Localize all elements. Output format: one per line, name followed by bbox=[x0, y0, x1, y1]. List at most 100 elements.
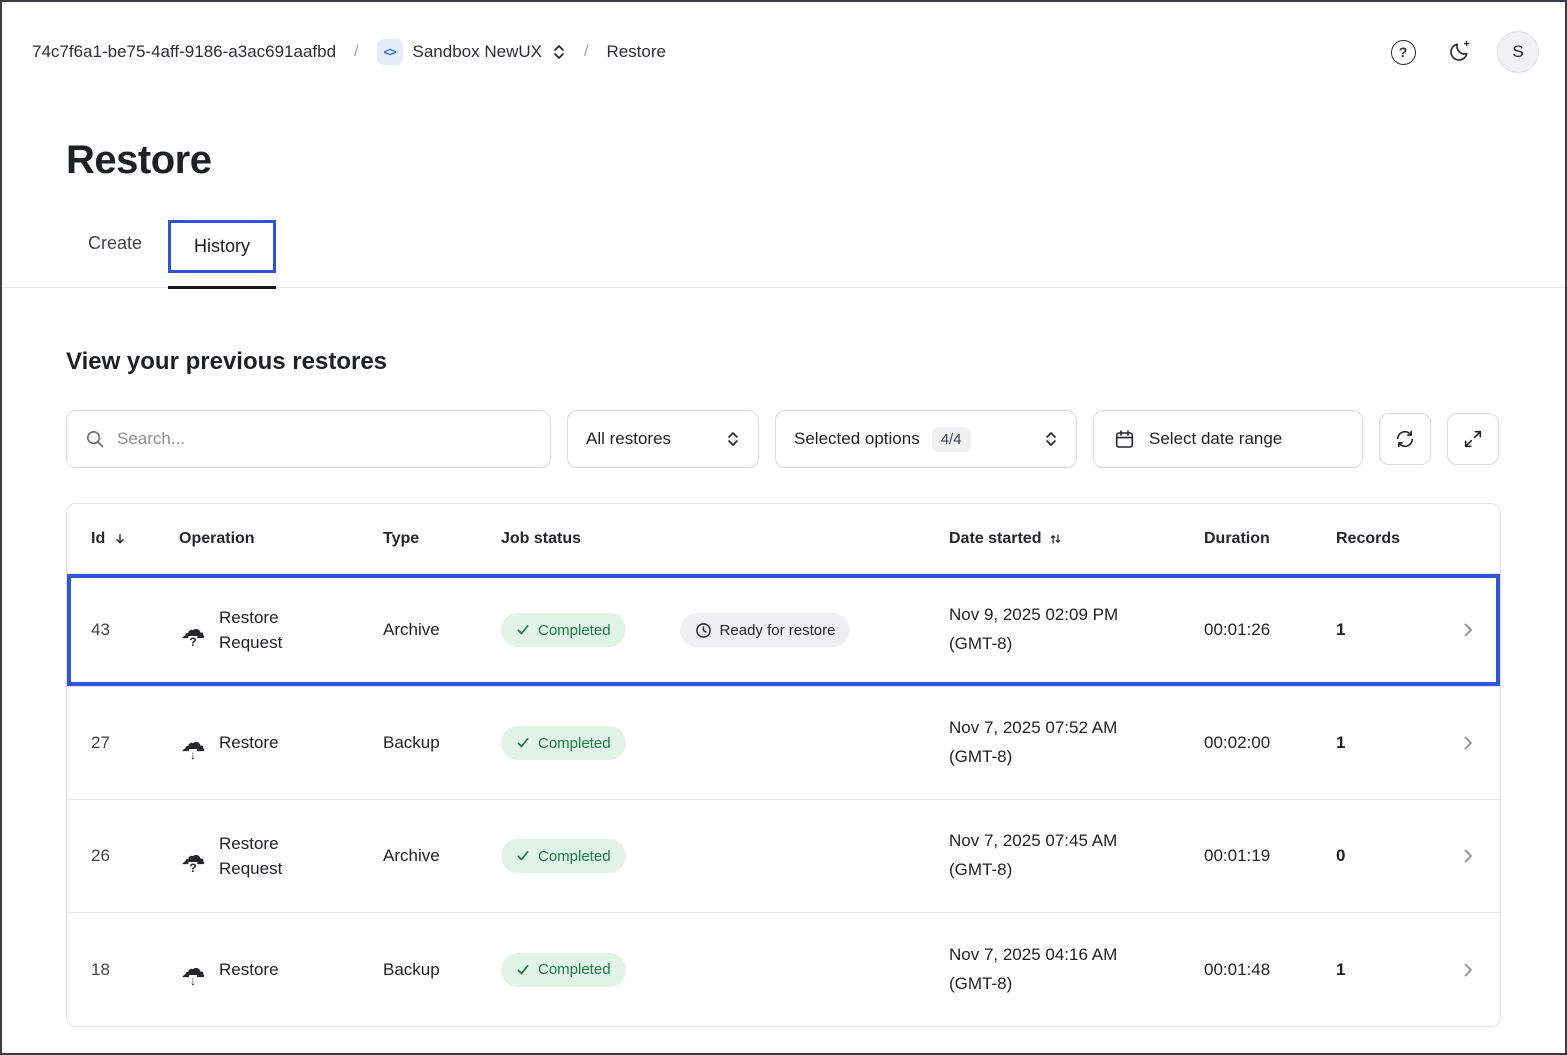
section-heading: View your previous restores bbox=[2, 348, 1565, 376]
row-duration: 00:01:48 bbox=[1204, 960, 1336, 980]
help-button[interactable]: ? bbox=[1385, 34, 1421, 70]
row-expand-chevron[interactable] bbox=[1456, 735, 1500, 751]
tab-create[interactable]: Create bbox=[66, 213, 164, 287]
breadcrumb: 74c7f6a1-be75-4aff-9186-a3ac691aafbd / <… bbox=[32, 39, 666, 65]
table-row-43[interactable]: 43 ☁? Restore Request Archive Completed … bbox=[67, 574, 1500, 687]
row-operation: ☁↓ Restore bbox=[179, 730, 383, 756]
job-status-label: Completed bbox=[538, 735, 611, 752]
theme-toggle-button[interactable] bbox=[1441, 34, 1477, 70]
row-id: 27 bbox=[91, 733, 179, 753]
breadcrumb-separator: / bbox=[354, 43, 358, 61]
selected-options-label: Selected options bbox=[794, 429, 920, 449]
timezone-line: (GMT-8) bbox=[949, 630, 1204, 659]
chevron-updown-icon bbox=[726, 430, 740, 448]
job-status-badge: Completed bbox=[501, 613, 626, 647]
row-type: Backup bbox=[383, 733, 501, 753]
row-status: Completed bbox=[501, 726, 949, 760]
column-header-duration: Duration bbox=[1204, 530, 1336, 548]
job-status-badge: Completed bbox=[501, 839, 626, 873]
help-icon: ? bbox=[1391, 40, 1416, 65]
row-expand-chevron[interactable] bbox=[1456, 848, 1500, 864]
breadcrumb-separator: / bbox=[584, 43, 588, 61]
check-icon bbox=[516, 849, 530, 863]
moon-icon bbox=[1447, 40, 1471, 64]
topbar-actions: ? S bbox=[1385, 31, 1539, 73]
filter-toolbar: All restores Selected options 4/4 Select… bbox=[2, 410, 1565, 468]
breadcrumb-project-id[interactable]: 74c7f6a1-be75-4aff-9186-a3ac691aafbd bbox=[32, 42, 336, 62]
column-header-operation: Operation bbox=[179, 530, 383, 548]
column-header-date-started[interactable]: Date started bbox=[949, 530, 1204, 548]
row-id: 18 bbox=[91, 960, 179, 980]
table-row-27[interactable]: 27 ☁↓ Restore Backup Completed Nov 7, 20… bbox=[67, 687, 1500, 800]
breadcrumb-cluster-selector[interactable]: <> Sandbox NewUX bbox=[377, 39, 566, 65]
row-expand-chevron[interactable] bbox=[1456, 962, 1500, 978]
row-duration: 00:02:00 bbox=[1204, 733, 1336, 753]
restore-type-dropdown[interactable]: All restores bbox=[567, 410, 759, 468]
page-title: Restore bbox=[2, 138, 1565, 183]
topbar: 74c7f6a1-be75-4aff-9186-a3ac691aafbd / <… bbox=[2, 2, 1565, 102]
clock-icon bbox=[695, 622, 712, 639]
row-date-started: Nov 7, 2025 04:16 AM (GMT-8) bbox=[949, 941, 1204, 999]
row-records: 1 bbox=[1336, 733, 1456, 753]
refresh-icon bbox=[1394, 428, 1416, 450]
row-date-started: Nov 7, 2025 07:45 AM (GMT-8) bbox=[949, 827, 1204, 885]
annotation-box-history-tab: History bbox=[168, 220, 276, 273]
operation-label: Restore Request bbox=[219, 605, 305, 656]
restore-request-icon: ☁? bbox=[179, 844, 207, 869]
timezone-line: (GMT-8) bbox=[949, 970, 1204, 999]
job-status-badge: Completed bbox=[501, 726, 626, 760]
chevron-updown-icon bbox=[1044, 430, 1058, 448]
check-icon bbox=[516, 623, 530, 637]
date-line: Nov 7, 2025 07:52 AM bbox=[949, 714, 1204, 743]
row-status: Completed Ready for restore bbox=[501, 613, 949, 647]
row-operation: ☁? Restore Request bbox=[179, 605, 383, 656]
restore-type-dropdown-label: All restores bbox=[586, 429, 671, 449]
table-row-26[interactable]: 26 ☁? Restore Request Archive Completed … bbox=[67, 800, 1500, 913]
job-status-label: Completed bbox=[538, 848, 611, 865]
timezone-line: (GMT-8) bbox=[949, 856, 1204, 885]
restore-icon: ☁↓ bbox=[179, 957, 207, 982]
tab-history-label: History bbox=[194, 236, 250, 256]
code-icon: <> bbox=[377, 39, 403, 65]
operation-label: Restore bbox=[219, 730, 279, 756]
row-status: Completed bbox=[501, 839, 949, 873]
column-date-started-label: Date started bbox=[949, 530, 1041, 548]
refresh-button[interactable] bbox=[1379, 413, 1431, 465]
table-header: Id Operation Type Job status Date starte… bbox=[67, 504, 1500, 574]
breadcrumb-current-page: Restore bbox=[606, 42, 666, 62]
row-records: 0 bbox=[1336, 846, 1456, 866]
operation-label: Restore Request bbox=[219, 831, 305, 882]
search-input[interactable] bbox=[117, 429, 532, 449]
row-expand-chevron[interactable] bbox=[1456, 622, 1500, 638]
row-type: Archive bbox=[383, 620, 501, 640]
date-line: Nov 9, 2025 02:09 PM bbox=[949, 601, 1204, 630]
restore-icon: ☁↓ bbox=[179, 731, 207, 756]
breadcrumb-cluster-name: Sandbox NewUX bbox=[413, 42, 542, 62]
timezone-line: (GMT-8) bbox=[949, 743, 1204, 772]
selected-options-count-badge: 4/4 bbox=[932, 427, 971, 452]
row-records: 1 bbox=[1336, 620, 1456, 640]
date-range-picker[interactable]: Select date range bbox=[1093, 410, 1363, 468]
column-id-label: Id bbox=[91, 530, 105, 548]
search-icon bbox=[85, 429, 105, 449]
tab-history[interactable]: History bbox=[168, 220, 276, 289]
sort-descending-icon bbox=[113, 532, 127, 546]
row-date-started: Nov 7, 2025 07:52 AM (GMT-8) bbox=[949, 714, 1204, 772]
selected-options-dropdown[interactable]: Selected options 4/4 bbox=[775, 410, 1077, 468]
row-status: Completed bbox=[501, 953, 949, 987]
row-operation: ☁↓ Restore bbox=[179, 957, 383, 983]
expand-button[interactable] bbox=[1447, 413, 1499, 465]
column-header-id[interactable]: Id bbox=[91, 530, 179, 548]
row-records: 1 bbox=[1336, 960, 1456, 980]
tab-bar: Create History bbox=[2, 213, 1565, 288]
restore-request-icon: ☁? bbox=[179, 618, 207, 643]
row-date-started: Nov 9, 2025 02:09 PM (GMT-8) bbox=[949, 601, 1204, 659]
table-row-18[interactable]: 18 ☁↓ Restore Backup Completed Nov 7, 20… bbox=[67, 913, 1500, 1026]
date-line: Nov 7, 2025 04:16 AM bbox=[949, 941, 1204, 970]
avatar[interactable]: S bbox=[1497, 31, 1539, 73]
row-duration: 00:01:26 bbox=[1204, 620, 1336, 640]
column-header-type: Type bbox=[383, 530, 501, 548]
expand-icon bbox=[1462, 428, 1484, 450]
column-header-records: Records bbox=[1336, 530, 1456, 548]
row-duration: 00:01:19 bbox=[1204, 846, 1336, 866]
